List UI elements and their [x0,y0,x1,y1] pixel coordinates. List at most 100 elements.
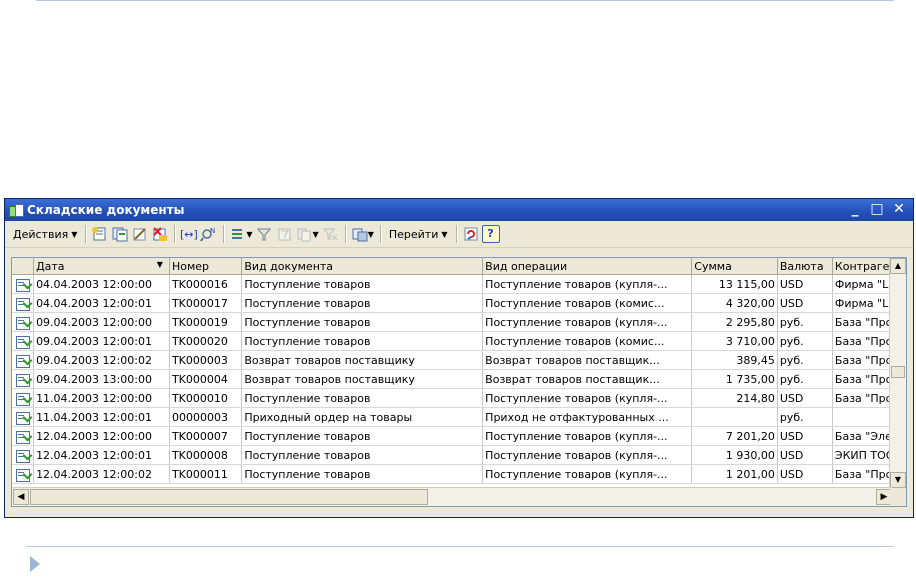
posted-document-icon [15,373,32,387]
journal-icon [9,204,24,217]
scrollbar-corner [890,488,906,506]
maximize-button[interactable]: □ [869,201,885,217]
column-header-number[interactable]: Номер [169,258,243,275]
posted-document-icon [15,430,32,444]
column-header-operation[interactable]: Вид операции [482,258,693,275]
goto-menu[interactable]: Перейти ▼ [385,226,452,243]
toolbar-separator [85,225,87,243]
cell-operation: Поступление товаров (купля-... [482,426,693,446]
table-row[interactable]: 12.04.2003 12:00:02 TK000011 Поступление т… [12,464,906,484]
cell-number: TK000017 [169,293,243,313]
filter-by-value-button[interactable] [275,224,295,244]
actions-menu[interactable]: Действия ▼ [9,226,81,243]
set-filter-button[interactable] [255,224,275,244]
chevron-down-icon[interactable]: ▼ [246,230,252,239]
based-on-button[interactable] [350,224,370,244]
filter-icon [256,228,271,241]
cell-operation: Поступление товаров (комис... [482,331,693,351]
search-by-number-button[interactable]: N [199,224,219,244]
table-row[interactable]: 04.04.2003 12:00:01 TK000017 Поступление т… [12,293,906,313]
toolbar-separator [455,225,457,243]
copy-document-icon [112,227,128,242]
goto-menu-label: Перейти [388,227,439,241]
title-bar[interactable]: Складские документы _ □ ✕ [5,199,913,221]
close-button[interactable]: ✕ [891,201,907,217]
cell-doc-type: Возврат товаров поставщику [241,350,484,370]
posted-document-icon [15,354,32,368]
table-row[interactable]: 09.04.2003 12:00:01 TK000020 Поступление т… [12,331,906,351]
posted-document-icon [15,297,32,311]
cell-doc-type: Поступление товаров [241,312,484,332]
chevron-down-icon: ▼ [71,229,78,239]
delete-document-button[interactable] [150,224,170,244]
cell-currency: USD [777,274,833,294]
table-row[interactable]: 12.04.2003 12:00:01 TK000008 Поступление т… [12,445,906,465]
table-row[interactable]: 09.04.2003 12:00:02 TK000003 Возврат товар… [12,350,906,370]
column-header-amount[interactable]: Сумма [691,258,778,275]
cell-currency: USD [777,426,833,446]
window-title: Складские документы [27,203,185,217]
cell-date: 09.04.2003 12:00:02 [33,350,170,370]
cell-number: TK000007 [169,426,243,446]
column-header-currency[interactable]: Валюта [777,258,833,275]
filter-history-icon [297,228,311,242]
cell-currency: руб. [777,312,833,332]
horizontal-scrollbar[interactable]: ◀ ▶ [12,487,892,506]
cell-amount: 1 201,00 [691,464,778,484]
cell-amount: 13 115,00 [691,274,778,294]
cell-number: TK000019 [169,312,243,332]
filter-history-button[interactable] [295,224,315,244]
cell-operation: Поступление товаров (купля-... [482,445,693,465]
cell-number: TK000016 [169,274,243,294]
edit-document-button[interactable] [130,224,150,244]
play-arrow-icon[interactable] [30,556,40,572]
scroll-down-icon[interactable]: ▼ [890,472,906,488]
cell-date: 12.04.2003 12:00:01 [33,445,170,465]
filter-list-button[interactable] [228,224,248,244]
vertical-scroll-thumb[interactable] [891,366,905,378]
clear-filter-button[interactable] [321,224,341,244]
refresh-button[interactable] [461,224,481,244]
interval-icon: [↔] [180,228,198,241]
cell-currency: USD [777,445,833,465]
horizontal-scroll-thumb[interactable] [30,489,428,505]
svg-text:N: N [210,227,215,235]
interval-button[interactable]: [↔] [179,224,199,244]
cell-number: TK000011 [169,464,243,484]
minimize-button[interactable]: _ [847,201,863,217]
cell-operation: Поступление товаров (купля-... [482,274,693,294]
cell-amount: 1 930,00 [691,445,778,465]
vertical-scrollbar[interactable]: ▲ ▼ [889,258,906,488]
documents-table[interactable]: Дата ▼ Номер Вид документа Вид операции Сумма… [11,257,907,507]
column-header-icon[interactable] [12,258,35,275]
cell-amount: 4 320,00 [691,293,778,313]
table-row[interactable]: 09.04.2003 12:00:00 TK000019 Поступление т… [12,312,906,332]
cell-doc-type: Поступление товаров [241,426,484,446]
warehouse-documents-window: Складские документы _ □ ✕ Действия ▼ [↔] … [4,198,914,518]
table-row[interactable]: 12.04.2003 12:00:00 TK000007 Поступление т… [12,426,906,446]
column-header-date[interactable]: Дата ▼ [33,258,170,275]
toolbar: Действия ▼ [↔] N ▼ ▼ ▼ Перейти ▼ ? [5,221,913,248]
top-divider [36,0,894,1]
table-row[interactable]: 11.04.2003 12:00:01 00000003 Приходный орд… [12,407,906,427]
cell-operation: Поступление товаров (купля-... [482,388,693,408]
posted-document-icon [15,411,32,425]
copy-document-button[interactable] [110,224,130,244]
chevron-down-icon[interactable]: ▼ [368,230,374,239]
toolbar-separator [174,225,176,243]
column-header-doc-type[interactable]: Вид документа [241,258,484,275]
cell-date: 04.04.2003 12:00:00 [33,274,170,294]
actions-menu-label: Действия [13,227,69,241]
table-row[interactable]: 04.04.2003 12:00:00 TK000016 Поступление т… [12,274,906,294]
scroll-up-icon[interactable]: ▲ [890,258,906,274]
cell-currency: руб. [777,369,833,389]
bottom-divider [26,546,894,547]
scroll-left-icon[interactable]: ◀ [13,489,29,505]
table-row[interactable]: 09.04.2003 13:00:00 TK000004 Возврат товар… [12,369,906,389]
toolbar-separator [344,225,346,243]
add-document-icon [92,227,106,241]
help-button[interactable]: ? [481,224,501,244]
add-document-button[interactable] [90,224,110,244]
cell-operation: Приход не отфактурованных ... [482,407,693,427]
table-row[interactable]: 11.04.2003 12:00:00 TK000010 Поступление т… [12,388,906,408]
